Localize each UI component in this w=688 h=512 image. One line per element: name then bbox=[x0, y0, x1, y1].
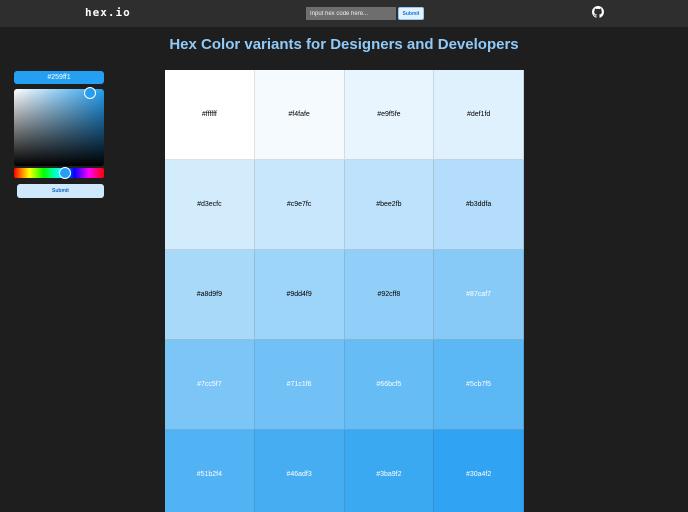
hex-search-input[interactable] bbox=[306, 7, 396, 20]
page-title: Hex Color variants for Designers and Dev… bbox=[169, 36, 519, 53]
swatch-hex-label: #66bcf5 bbox=[376, 381, 402, 388]
saturation-handle[interactable] bbox=[84, 87, 96, 99]
search-submit-button[interactable]: Submit bbox=[398, 7, 424, 20]
swatch-hex-label: #30a4f2 bbox=[465, 471, 492, 478]
color-swatch[interactable]: #87caf7 bbox=[434, 250, 524, 340]
color-swatch[interactable]: #92cff8 bbox=[344, 250, 435, 340]
top-navbar: hex.io Submit bbox=[0, 0, 688, 27]
swatch-hex-label: #f4fafe bbox=[288, 111, 310, 118]
color-swatch[interactable]: #c9e7fc bbox=[254, 160, 345, 250]
swatch-hex-label: #3ba9f2 bbox=[376, 471, 402, 478]
color-swatch[interactable]: #3ba9f2 bbox=[344, 430, 435, 512]
swatch-hex-label: #b3ddfa bbox=[465, 201, 492, 208]
color-swatch[interactable]: #7cc5f7 bbox=[165, 340, 255, 430]
github-icon[interactable] bbox=[592, 6, 604, 18]
color-swatch[interactable]: #51b2f4 bbox=[165, 430, 255, 512]
swatch-hex-label: #a8d9f9 bbox=[196, 291, 223, 298]
color-swatch[interactable]: #e9f5fe bbox=[344, 70, 435, 160]
color-swatch[interactable]: #f4fafe bbox=[254, 70, 345, 160]
swatch-hex-label: #51b2f4 bbox=[196, 471, 223, 478]
picker-hex-value[interactable]: #259ff1 bbox=[14, 71, 104, 84]
picker-submit-button[interactable]: Submit bbox=[17, 184, 104, 198]
swatch-hex-label: #bee2fb bbox=[376, 201, 402, 208]
color-swatch[interactable]: #ffffff bbox=[165, 70, 255, 160]
swatch-hex-label: #9dd4f9 bbox=[286, 291, 312, 298]
color-swatch[interactable]: #9dd4f9 bbox=[254, 250, 345, 340]
swatch-hex-label: #5cb7f5 bbox=[466, 381, 492, 388]
hue-handle[interactable] bbox=[59, 167, 71, 179]
swatch-hex-label: #e9f5fe bbox=[377, 111, 401, 118]
color-variants-grid: #ffffff #f4fafe #e9f5fe #def1fd #d3ecfc #c9e7… bbox=[165, 70, 524, 512]
swatch-hex-label: #c9e7fc bbox=[286, 201, 312, 208]
color-swatch[interactable]: #a8d9f9 bbox=[165, 250, 255, 340]
color-swatch[interactable]: #bee2fb bbox=[344, 160, 435, 250]
swatch-hex-label: #92cff8 bbox=[377, 291, 401, 298]
color-swatch[interactable]: #30a4f2 bbox=[434, 430, 524, 512]
color-swatch[interactable]: #d3ecfc bbox=[165, 160, 255, 250]
color-swatch[interactable]: #b3ddfa bbox=[434, 160, 524, 250]
color-swatch[interactable]: #46adf3 bbox=[254, 430, 345, 512]
color-swatch[interactable]: #def1fd bbox=[434, 70, 524, 160]
swatch-hex-label: #46adf3 bbox=[286, 471, 312, 478]
swatch-hex-label: #7cc5f7 bbox=[197, 381, 222, 388]
swatch-hex-label: #ffffff bbox=[201, 111, 217, 118]
swatch-hex-label: #71c1f6 bbox=[286, 381, 312, 388]
color-swatch[interactable]: #71c1f6 bbox=[254, 340, 345, 430]
color-swatch[interactable]: #66bcf5 bbox=[344, 340, 435, 430]
color-swatch[interactable]: #5cb7f5 bbox=[434, 340, 524, 430]
logo[interactable]: hex.io bbox=[85, 6, 131, 19]
swatch-hex-label: #87caf7 bbox=[466, 291, 492, 298]
swatch-hex-label: #def1fd bbox=[466, 111, 491, 118]
saturation-panel[interactable] bbox=[14, 89, 104, 166]
swatch-hex-label: #d3ecfc bbox=[197, 201, 222, 208]
